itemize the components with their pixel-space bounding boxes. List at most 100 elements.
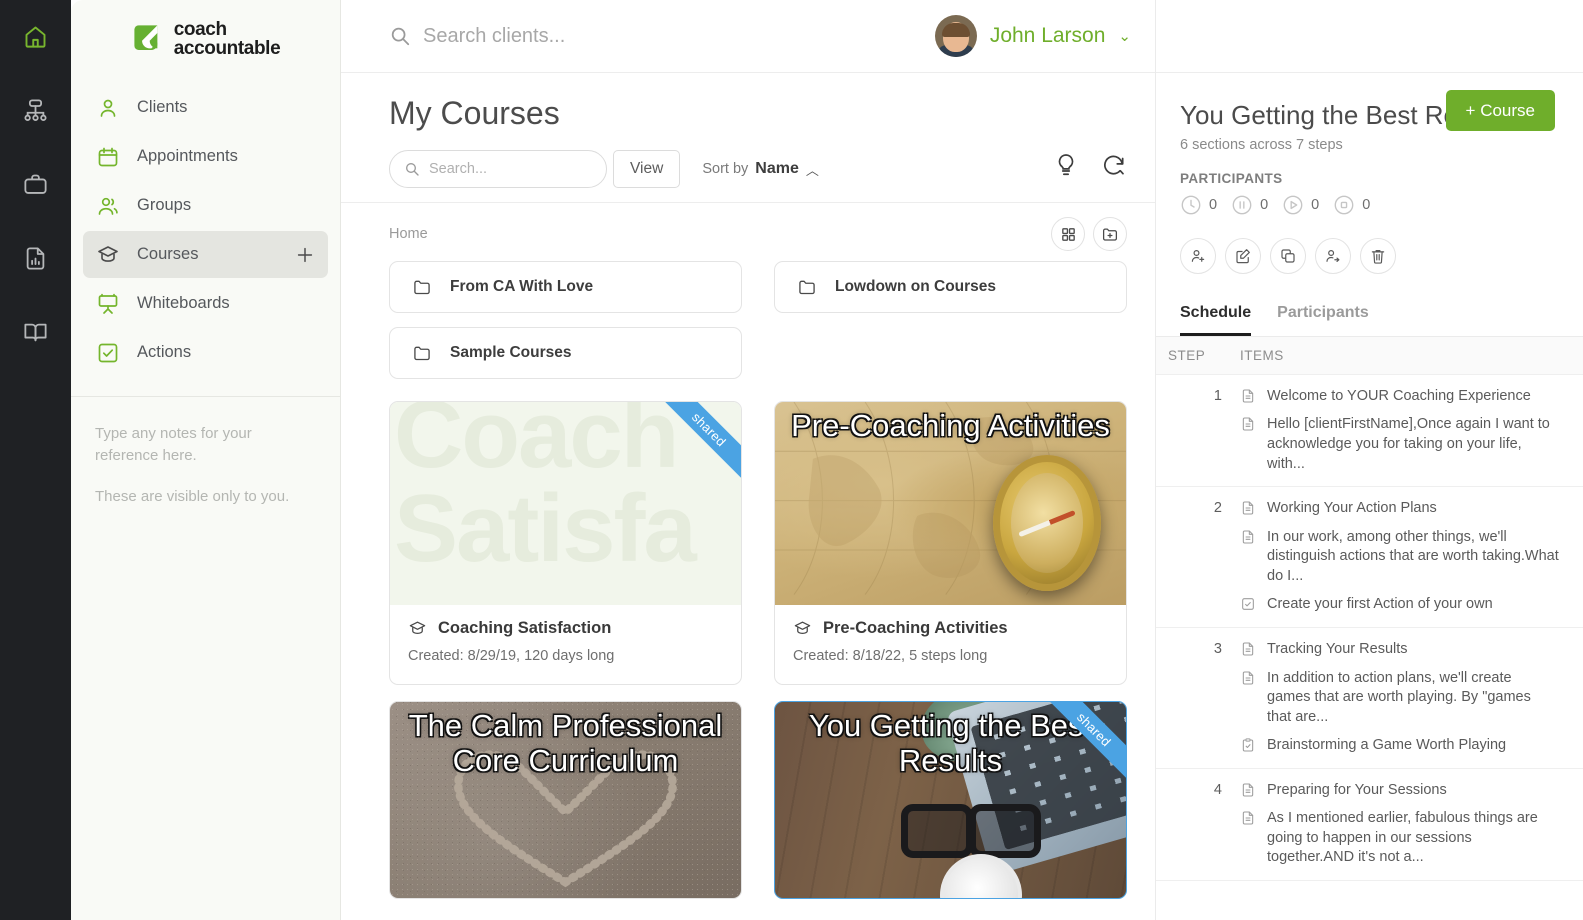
course-card[interactable]: Coach Satisfa shared Coaching Satisfactio… (389, 401, 742, 685)
page-header: My Courses (341, 73, 1155, 132)
sidebar-item-label: Appointments (137, 147, 238, 165)
schedule-item-text: Brainstorming a Game Worth Playing (1267, 737, 1507, 754)
edit-icon[interactable] (1225, 237, 1261, 274)
global-search[interactable] (389, 24, 935, 48)
schedule-item-text: Hello [clientFirstName],Once again I wan… (1267, 416, 1550, 472)
people-icon (95, 193, 120, 218)
sidebar-item-whiteboards[interactable]: Whiteboards (83, 280, 328, 327)
schedule-item-text: Preparing for Your Sessions (1267, 781, 1447, 798)
courses-browser: Home From CA With Love Lowdown on Course… (341, 202, 1155, 920)
schedule-item[interactable]: As I mentioned earlier, fabulous things … (1240, 809, 1559, 868)
schedule-step-row[interactable]: 1 Welcome to YOUR Coaching Experience He… (1156, 375, 1583, 488)
document-icon (1240, 641, 1256, 657)
schedule-item[interactable]: Working Your Action Plans (1240, 499, 1559, 519)
sort-control[interactable]: Sort by Name ︿ (702, 160, 819, 179)
schedule-item[interactable]: Welcome to YOUR Coaching Experience (1240, 387, 1559, 407)
stat-completed[interactable]: 0 (1333, 194, 1370, 216)
schedule-item[interactable]: Create your first Action of your own (1240, 595, 1559, 615)
courses-toolbar: View Sort by Name ︿ (341, 132, 1155, 202)
glasses-decoration (901, 803, 1042, 858)
schedule-item-text: Tracking Your Results (1267, 640, 1408, 657)
course-meta: Created: 8/18/22, 5 steps long (793, 648, 988, 664)
folder-item[interactable]: Sample Courses (389, 327, 742, 379)
user-menu[interactable]: John Larson ⌄ (934, 15, 1131, 57)
schedule-item[interactable]: Hello [clientFirstName],Once again I wan… (1240, 415, 1559, 474)
schedule-step-row[interactable]: 2 Working Your Action Plans In our work,… (1156, 487, 1583, 628)
tab-participants[interactable]: Participants (1277, 304, 1369, 336)
app-logo[interactable]: coach accountable (71, 0, 340, 84)
document-icon (1240, 388, 1256, 404)
folder-item[interactable]: Lowdown on Courses (774, 261, 1127, 313)
assign-person-icon[interactable] (1315, 237, 1351, 274)
lightbulb-icon[interactable] (1053, 152, 1079, 178)
stat-active[interactable]: 0 (1282, 194, 1319, 216)
course-detail-panel: You Getting the Best Results 6 sections … (1155, 0, 1583, 920)
sidebar-notes-field[interactable]: Type any notes for your reference here. … (71, 397, 340, 920)
course-card[interactable]: The Calm Professional Core Curriculum (389, 701, 742, 899)
calendar-icon (95, 144, 120, 169)
folder-item[interactable]: From CA With Love (389, 261, 742, 313)
add-person-icon[interactable] (1180, 237, 1216, 274)
stat-paused[interactable]: 0 (1231, 194, 1268, 216)
schedule-step-row[interactable]: 3 Tracking Your Results In addition to a… (1156, 628, 1583, 769)
schedule-item[interactable]: In addition to action plans, we'll creat… (1240, 669, 1559, 728)
schedule-step-row[interactable]: 4 Preparing for Your Sessions As I menti… (1156, 769, 1583, 882)
course-thumbnail: Coach Satisfa shared (390, 402, 741, 605)
checkbox-icon (95, 340, 120, 365)
schedule-list[interactable]: 1 Welcome to YOUR Coaching Experience He… (1156, 375, 1583, 920)
schedule-item[interactable]: Tracking Your Results (1240, 640, 1559, 660)
duplicate-icon[interactable] (1270, 237, 1306, 274)
grid-view-icon[interactable] (1051, 217, 1085, 251)
global-search-input[interactable] (423, 24, 843, 48)
add-folder-icon[interactable] (1093, 217, 1127, 251)
detail-actions (1180, 237, 1559, 274)
courses-search-input[interactable] (429, 161, 592, 177)
course-card[interactable]: Pre-Coaching Activities Pre-Coaching Act… (774, 401, 1127, 685)
folder-icon (412, 343, 432, 363)
sidebar-item-clients[interactable]: Clients (83, 84, 328, 131)
trash-icon[interactable] (1360, 237, 1396, 274)
document-icon (1240, 782, 1256, 798)
book-icon[interactable] (14, 310, 58, 354)
courses-search[interactable] (389, 150, 607, 188)
checkbox-icon (1240, 596, 1256, 612)
sidebar-item-actions[interactable]: Actions (83, 329, 328, 376)
course-card-body: Coaching Satisfaction Created: 8/29/19, … (390, 605, 741, 684)
schedule-column-headers: STEP ITEMS (1156, 336, 1583, 375)
home-icon[interactable] (14, 14, 58, 58)
add-course-button[interactable]: + Course (1445, 90, 1555, 131)
course-card[interactable]: You Getting the Best Results shared (774, 701, 1127, 899)
primary-rail (0, 0, 71, 920)
schedule-item-text: Working Your Action Plans (1267, 500, 1437, 517)
graduation-cap-icon (408, 619, 427, 638)
org-chart-icon[interactable] (14, 88, 58, 132)
stat-pending[interactable]: 0 (1180, 194, 1217, 216)
folder-name: Lowdown on Courses (835, 278, 997, 295)
sidebar-item-label: Courses (137, 245, 199, 263)
top-bar: John Larson ⌄ (341, 0, 1155, 73)
sidebar-item-courses[interactable]: Courses (83, 231, 328, 278)
sidebar-item-appointments[interactable]: Appointments (83, 133, 328, 180)
detail-subtitle: 6 sections across 7 steps (1180, 136, 1343, 153)
schedule-item-text: In our work, among other things, we'll d… (1267, 528, 1559, 584)
stat-count: 0 (1311, 196, 1320, 213)
briefcase-icon[interactable] (14, 162, 58, 206)
folder-icon (412, 277, 432, 297)
view-button[interactable]: View (613, 150, 681, 188)
schedule-item[interactable]: Preparing for Your Sessions (1240, 781, 1559, 801)
add-course-plus-icon[interactable] (294, 244, 316, 266)
tab-schedule[interactable]: Schedule (1180, 304, 1252, 336)
sidebar: coach accountable Clients Appointments G… (71, 0, 341, 920)
schedule-item[interactable]: Brainstorming a Game Worth Playing (1240, 736, 1559, 756)
sidebar-item-label: Actions (137, 343, 192, 361)
stop-icon (1333, 194, 1355, 216)
report-icon[interactable] (14, 236, 58, 280)
breadcrumb[interactable]: Home (389, 226, 428, 242)
sort-by-value: Name (755, 160, 799, 177)
clock-icon (1180, 194, 1202, 216)
schedule-item[interactable]: In our work, among other things, we'll d… (1240, 528, 1559, 587)
refresh-icon[interactable] (1101, 152, 1127, 178)
sidebar-item-groups[interactable]: Groups (83, 182, 328, 229)
step-number: 2 (1213, 500, 1222, 517)
compass-decoration (993, 454, 1102, 591)
